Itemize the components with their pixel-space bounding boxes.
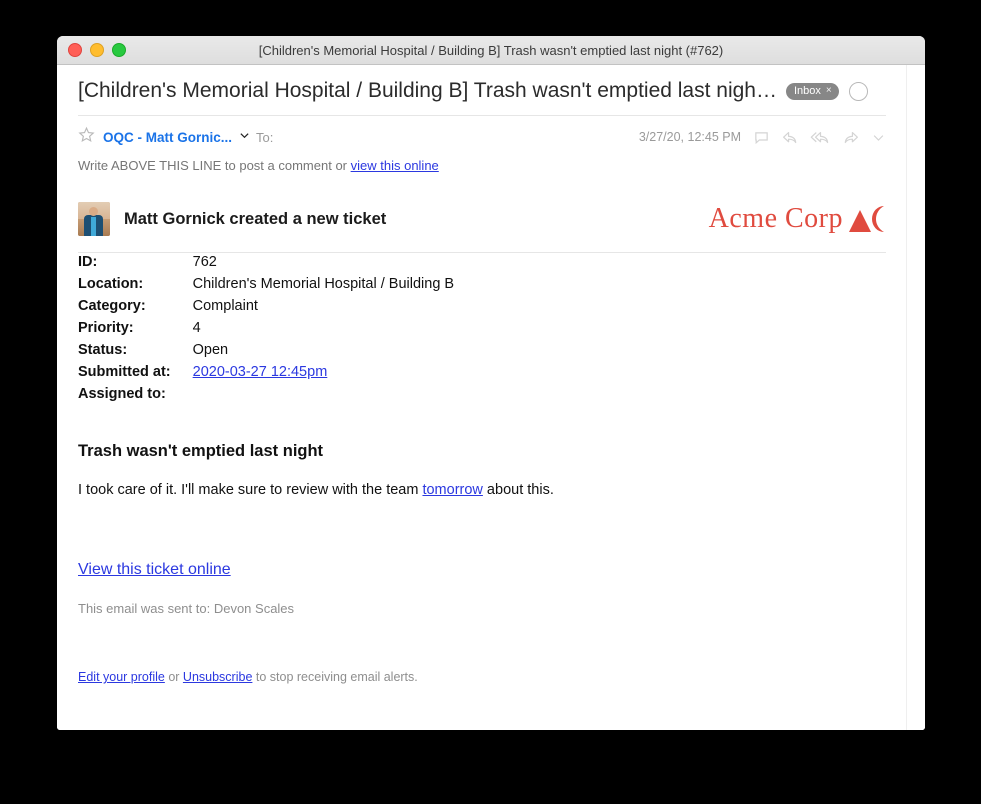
recipient-label: To: bbox=[256, 129, 274, 145]
unsubscribe-link[interactable]: Unsubscribe bbox=[183, 670, 252, 684]
field-key: ID: bbox=[78, 254, 98, 270]
field-value: Complaint bbox=[192, 298, 258, 314]
field-value: Open bbox=[192, 342, 229, 358]
table-row: Submitted at: 2020-03-27 12:45pm bbox=[78, 363, 454, 385]
field-value: 4 bbox=[192, 320, 201, 336]
above-line-text: Write ABOVE THIS LINE to post a comment … bbox=[78, 158, 351, 173]
comment-icon[interactable] bbox=[753, 129, 770, 146]
subject-row: [Children's Memorial Hospital / Building… bbox=[57, 65, 907, 115]
maximize-button[interactable] bbox=[112, 43, 126, 57]
view-online-link[interactable]: view this online bbox=[351, 158, 439, 173]
field-key: Assigned to: bbox=[78, 386, 166, 402]
ticket-body-text: I took care of it. I'll make sure to rev… bbox=[78, 482, 423, 498]
more-icon[interactable] bbox=[871, 130, 886, 145]
creator-row: Matt Gornick created a new ticket Acme C… bbox=[78, 173, 886, 252]
reply-all-icon[interactable] bbox=[810, 129, 831, 146]
email-content: Matt Gornick created a new ticket Acme C… bbox=[57, 173, 907, 684]
ticket-body-text-tail: about this. bbox=[482, 482, 554, 498]
field-key: Location: bbox=[78, 276, 144, 292]
submitted-at-link[interactable]: 2020-03-27 12:45pm bbox=[193, 364, 328, 380]
sent-to-text: This email was sent to: Devon Scales bbox=[78, 601, 295, 616]
table-row: Location: Children's Memorial Hospital /… bbox=[78, 275, 454, 297]
mail-window: [Children's Memorial Hospital / Building… bbox=[57, 36, 925, 730]
field-key: Status: bbox=[78, 342, 128, 358]
field-value: 762 bbox=[192, 254, 217, 270]
ticket-title: Trash wasn't emptied last night bbox=[78, 442, 324, 460]
ticket-fields: ID: 762 Location: Children's Memorial Ho… bbox=[78, 253, 454, 407]
footer-or: or bbox=[164, 670, 183, 684]
table-row: Priority: 4 bbox=[78, 319, 454, 341]
inbox-badge-label: Inbox bbox=[794, 84, 821, 97]
view-ticket-row: View this ticket online bbox=[78, 561, 886, 579]
avatar bbox=[78, 202, 110, 236]
acme-logo-icon bbox=[846, 204, 886, 234]
mail-body: [Children's Memorial Hospital / Building… bbox=[57, 65, 925, 730]
field-key: Submitted at: bbox=[78, 364, 171, 380]
window-titlebar: [Children's Memorial Hospital / Building… bbox=[57, 36, 925, 65]
field-value: Children's Memorial Hospital / Building … bbox=[192, 276, 455, 292]
window-controls bbox=[57, 43, 126, 57]
message-actions bbox=[753, 129, 886, 146]
status-badge[interactable]: Inbox × bbox=[786, 82, 839, 100]
timestamp: 3/27/20, 12:45 PM bbox=[638, 130, 741, 144]
ticket-body: I took care of it. I'll make sure to rev… bbox=[78, 482, 886, 498]
sender-name[interactable]: OQC - Matt Gornic... bbox=[103, 130, 232, 145]
brand-logo: Acme Corp bbox=[709, 203, 886, 235]
edit-profile-link[interactable]: Edit your profile bbox=[78, 670, 165, 684]
field-key: Category: bbox=[78, 298, 146, 314]
window-title: [Children's Memorial Hospital / Building… bbox=[258, 42, 724, 58]
field-value bbox=[193, 385, 454, 407]
field-key: Priority: bbox=[78, 320, 134, 336]
footer-tail: to stop receiving email alerts. bbox=[252, 670, 418, 684]
view-ticket-online-link[interactable]: View this ticket online bbox=[78, 561, 231, 578]
above-line-notice: Write ABOVE THIS LINE to post a comment … bbox=[57, 154, 907, 173]
sender-row: OQC - Matt Gornic... To: 3/27/20, 12:45 … bbox=[57, 116, 907, 154]
table-row: ID: 762 bbox=[78, 253, 454, 275]
page-title: [Children's Memorial Hospital / Building… bbox=[78, 79, 777, 102]
brand-name: Acme Corp bbox=[708, 203, 843, 234]
close-button[interactable] bbox=[68, 43, 82, 57]
table-row: Category: Complaint bbox=[78, 297, 454, 319]
table-row: Status: Open bbox=[78, 341, 454, 363]
forward-icon[interactable] bbox=[842, 129, 860, 146]
unread-toggle-icon[interactable] bbox=[848, 81, 868, 101]
table-row: Assigned to: bbox=[78, 385, 454, 407]
chevron-down-icon[interactable] bbox=[239, 128, 250, 146]
star-icon[interactable] bbox=[78, 126, 95, 148]
minimize-button[interactable] bbox=[90, 43, 104, 57]
footer-note: Edit your profile or Unsubscribe to stop… bbox=[78, 670, 886, 684]
scrollbar[interactable] bbox=[906, 65, 925, 730]
tomorrow-link[interactable]: tomorrow bbox=[422, 482, 482, 498]
close-icon[interactable]: × bbox=[826, 85, 832, 96]
creator-line: Matt Gornick created a new ticket bbox=[124, 209, 387, 228]
mail-content: [Children's Memorial Hospital / Building… bbox=[57, 65, 907, 730]
reply-icon[interactable] bbox=[781, 129, 799, 146]
